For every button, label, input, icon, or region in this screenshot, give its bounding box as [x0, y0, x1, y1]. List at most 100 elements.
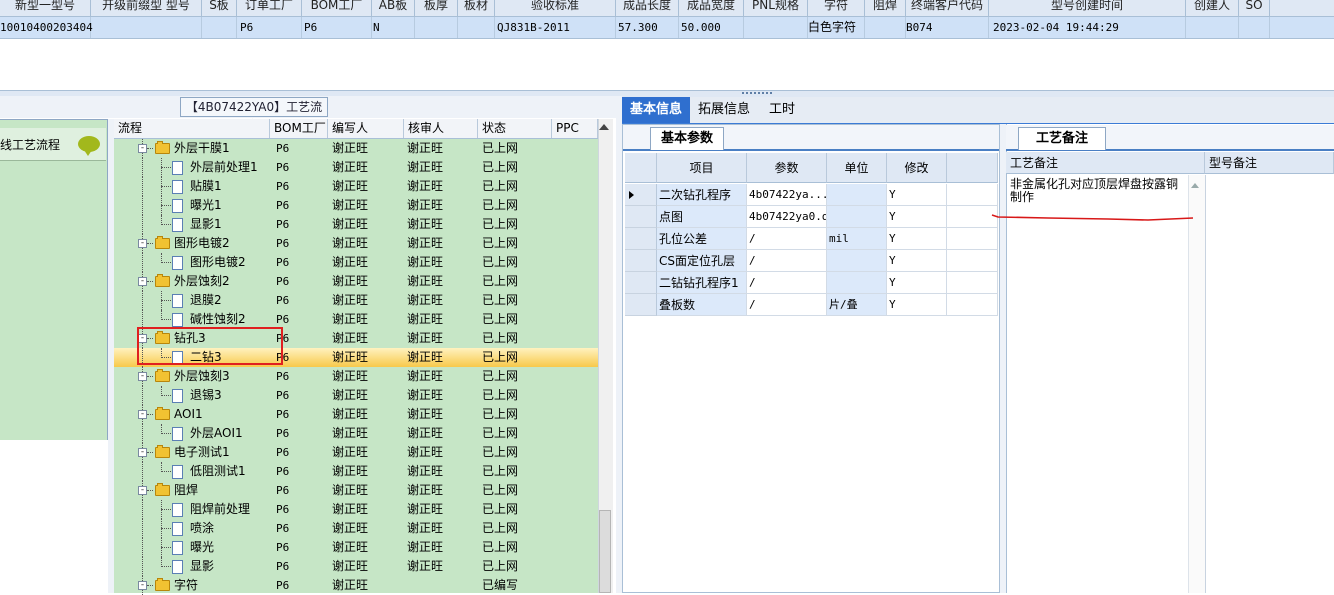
tab-work-hours[interactable]: 工时 — [758, 97, 806, 123]
cell-width[interactable]: 50.000 — [681, 17, 721, 38]
collapse-toggle-icon[interactable]: - — [138, 486, 147, 495]
cell-bom-factory[interactable]: P6 — [304, 17, 317, 38]
cell-ab[interactable]: N — [373, 17, 380, 38]
param-extra[interactable] — [947, 228, 998, 250]
collapse-toggle-icon[interactable]: - — [138, 448, 147, 457]
tree-col-writer[interactable]: 编写人 — [328, 119, 404, 138]
cell-model-id[interactable]: 10010400203404 — [0, 17, 93, 38]
param-extra[interactable] — [947, 184, 998, 206]
tree-group-row[interactable]: - 外层干膜1 P6 谢正旺 谢正旺 已上网 — [114, 139, 598, 158]
row-header[interactable] — [625, 272, 657, 294]
tree-step-row[interactable]: 退膜2 P6 谢正旺 谢正旺 已上网 — [114, 291, 598, 310]
notes-scroll-up-icon[interactable] — [1191, 183, 1199, 188]
col-header-s-board[interactable]: S板 — [202, 0, 237, 16]
param-item[interactable]: CS面定位孔层 — [657, 250, 747, 272]
param-unit[interactable] — [827, 206, 887, 228]
row-header[interactable] — [625, 250, 657, 272]
param-extra[interactable] — [947, 272, 998, 294]
tree-step-row[interactable]: 显影 P6 谢正旺 谢正旺 已上网 — [114, 557, 598, 576]
subtab-process-notes[interactable]: 工艺备注 — [1018, 127, 1106, 150]
nav-label[interactable]: 线工艺流程 — [0, 136, 60, 154]
model-notes-cell[interactable] — [1205, 175, 1334, 593]
tree-group-row[interactable]: - 电子测试1 P6 谢正旺 谢正旺 已上网 — [114, 443, 598, 462]
collapse-toggle-icon[interactable]: - — [138, 277, 147, 286]
col-header-material[interactable]: 板材 — [458, 0, 495, 16]
param-value[interactable]: / — [747, 294, 827, 316]
param-item[interactable]: 孔位公差 — [657, 228, 747, 250]
cell-customer-code[interactable]: B074 — [906, 17, 933, 38]
tree-col-status[interactable]: 状态 — [478, 119, 552, 138]
col-header-length[interactable]: 成品长度 — [616, 0, 679, 16]
params-col-param[interactable]: 参数 — [747, 153, 827, 183]
param-value[interactable]: / — [747, 228, 827, 250]
col-header-standard[interactable]: 验收标准 — [495, 0, 616, 16]
col-header-created[interactable]: 型号创建时间 — [989, 0, 1186, 16]
param-unit[interactable] — [827, 250, 887, 272]
tree-step-row[interactable]: 显影1 P6 谢正旺 谢正旺 已上网 — [114, 215, 598, 234]
param-item[interactable]: 点图 — [657, 206, 747, 228]
tree-col-ppc[interactable]: PPC — [552, 119, 598, 138]
params-col-item[interactable]: 项目 — [657, 153, 747, 183]
collapse-toggle-icon[interactable]: - — [138, 410, 147, 419]
param-value[interactable]: 4b07422ya0.d — [747, 206, 827, 228]
tree-col-reviewer[interactable]: 核审人 — [404, 119, 478, 138]
collapse-toggle-icon[interactable]: - — [138, 239, 147, 248]
col-header-model[interactable]: 新型一型号 — [0, 0, 91, 16]
tab-basic-info[interactable]: 基本信息 — [622, 97, 690, 123]
tree-step-row[interactable]: 退锡3 P6 谢正旺 谢正旺 已上网 — [114, 386, 598, 405]
param-unit[interactable]: mil — [827, 228, 887, 250]
col-header-order-factory[interactable]: 订单工厂 — [237, 0, 302, 16]
cell-standard[interactable]: QJ831B-2011 — [497, 17, 570, 38]
tree-group-row[interactable]: - 图形电镀2 P6 谢正旺 谢正旺 已上网 — [114, 234, 598, 253]
tree-group-row[interactable]: - 字符 P6 谢正旺 已编写 — [114, 576, 598, 595]
notes-col-process[interactable]: 工艺备注 — [1006, 152, 1205, 174]
col-header-prefix-model[interactable]: 开级前缀型 型号 — [91, 0, 202, 16]
param-value[interactable]: / — [747, 250, 827, 272]
params-corner[interactable] — [625, 153, 657, 183]
tree-step-row[interactable]: 阻焊前处理 P6 谢正旺 谢正旺 已上网 — [114, 500, 598, 519]
tree-scroll-thumb[interactable] — [599, 510, 611, 593]
collapse-toggle-icon[interactable]: - — [138, 581, 147, 590]
collapse-toggle-icon[interactable]: - — [138, 372, 147, 381]
col-header-so[interactable]: SO — [1239, 0, 1270, 16]
cell-char[interactable]: 白色字符 — [808, 17, 856, 38]
tree-step-row[interactable]: 外层AOI1 P6 谢正旺 谢正旺 已上网 — [114, 424, 598, 443]
notes-col-model[interactable]: 型号备注 — [1205, 152, 1334, 174]
row-header[interactable] — [625, 184, 657, 206]
tree-col-bom[interactable]: BOM工厂 — [270, 119, 328, 138]
tree-col-process[interactable]: 流程 — [114, 119, 270, 138]
tree-step-row[interactable]: 曝光 P6 谢正旺 谢正旺 已上网 — [114, 538, 598, 557]
param-extra[interactable] — [947, 250, 998, 272]
param-edit[interactable]: Y — [887, 272, 947, 294]
param-unit[interactable] — [827, 272, 887, 294]
param-item[interactable]: 二次钻孔程序 — [657, 184, 747, 206]
tree-step-row[interactable]: 贴膜1 P6 谢正旺 谢正旺 已上网 — [114, 177, 598, 196]
col-header-ab[interactable]: AB板 — [372, 0, 415, 16]
tree-step-row[interactable]: 曝光1 P6 谢正旺 谢正旺 已上网 — [114, 196, 598, 215]
cell-created[interactable]: 2023-02-04 19:44:29 — [993, 17, 1119, 38]
col-header-solder-mask[interactable]: 阻焊 — [865, 0, 906, 16]
tree-step-row[interactable]: 低阻测试1 P6 谢正旺 谢正旺 已上网 — [114, 462, 598, 481]
params-col-edit[interactable]: 修改 — [887, 153, 947, 183]
row-header[interactable] — [625, 206, 657, 228]
col-header-customer-code[interactable]: 终端客户代码 — [906, 0, 989, 16]
row-header[interactable] — [625, 294, 657, 316]
param-item[interactable]: 二钻钻孔程序1 — [657, 272, 747, 294]
col-header-thickness[interactable]: 板厚 — [415, 0, 458, 16]
tree-group-row[interactable]: - 外层蚀刻3 P6 谢正旺 谢正旺 已上网 — [114, 367, 598, 386]
param-unit[interactable]: 片/叠 — [827, 294, 887, 316]
param-edit[interactable]: Y — [887, 250, 947, 272]
tree-step-row[interactable]: 外层前处理1 P6 谢正旺 谢正旺 已上网 — [114, 158, 598, 177]
scroll-up-arrow-icon[interactable] — [599, 124, 609, 130]
process-note-text[interactable]: 非金属化孔对应顶层焊盘按露铜制作 — [1010, 178, 1184, 204]
tab-extended-info[interactable]: 拓展信息 — [692, 97, 756, 123]
row-header[interactable] — [625, 228, 657, 250]
cell-length[interactable]: 57.300 — [618, 17, 658, 38]
col-header-bom-factory[interactable]: BOM工厂 — [302, 0, 372, 16]
col-header-creator[interactable]: 创建人 — [1186, 0, 1239, 16]
collapse-toggle-icon[interactable]: - — [138, 144, 147, 153]
notes-scrollbar[interactable] — [1188, 175, 1205, 593]
top-grid-row[interactable]: 10010400203404 P6 P6 N QJ831B-2011 57.30… — [0, 17, 1334, 39]
param-value[interactable]: 4b07422ya... — [747, 184, 827, 206]
param-edit[interactable]: Y — [887, 294, 947, 316]
